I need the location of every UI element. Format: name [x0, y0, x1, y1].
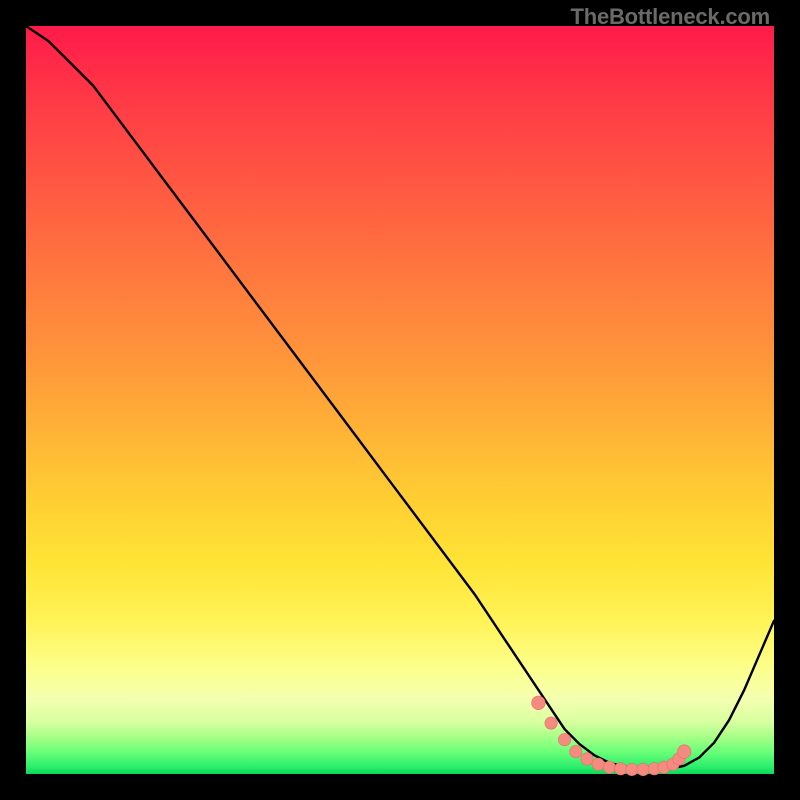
bottleneck-curve [26, 26, 774, 770]
marker-dot [603, 761, 615, 773]
marker-dot [545, 717, 557, 729]
marker-dot [532, 696, 546, 710]
marker-dot [677, 745, 691, 759]
chart-svg [26, 26, 774, 774]
marker-dot [626, 763, 638, 775]
marker-dot [592, 758, 604, 770]
marker-dot [558, 733, 570, 745]
marker-dot [615, 763, 627, 775]
attribution-label: TheBottleneck.com [570, 4, 770, 30]
highlighted-markers [532, 696, 691, 776]
marker-dot [637, 763, 649, 775]
plot-area [26, 26, 774, 774]
chart-frame: TheBottleneck.com [0, 0, 800, 800]
marker-dot [581, 753, 593, 765]
marker-dot [570, 745, 582, 757]
